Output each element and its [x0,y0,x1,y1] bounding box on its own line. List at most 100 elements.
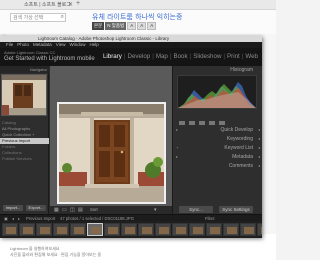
module-separator: | [241,53,244,60]
filmstrip-thumbnail[interactable] [19,223,35,236]
sync-button[interactable]: Sync... [179,206,213,213]
library-toolbar: ▦ ▭ ◫ ▤ Sort ▾ [50,206,172,214]
filmstrip-thumbnail[interactable] [87,223,103,236]
toolbar-menu-icon[interactable]: ▾ [154,206,157,214]
get-started-link[interactable]: Get Started with Lightroom mobile [4,56,95,62]
main-photo[interactable] [57,102,166,204]
filmstrip-bar: ▣ ◂ ▸ Previous Import 47 photos / 1 sele… [0,214,262,221]
histogram-label: Histogram [230,67,253,73]
filmstrip-thumbnail[interactable] [172,223,188,236]
quick-develop-label: Quick Develop [220,127,253,133]
filmstrip-thumbnail[interactable] [70,223,86,236]
histogram-header[interactable]: Histogram [173,66,262,74]
navigator-header[interactable]: Navigator [0,66,49,73]
module-map[interactable]: Map [156,53,168,61]
thumbnail-image [91,227,101,234]
editor-tool-font-a[interactable]: A [127,22,137,30]
compare-view-icon[interactable]: ◫ [70,206,75,214]
module-separator: | [223,53,226,60]
publish-services-row[interactable]: Publish Services [0,156,49,162]
browser-tab-title[interactable]: 소프트 | 소프트 블로그 [24,1,71,8]
thumbnail-image [159,227,169,234]
filmstrip-thumbnail[interactable] [223,223,239,236]
thumbnail-image [244,227,254,234]
section-metadata[interactable]: ▸ Metadata ◂ [173,153,262,161]
export-button[interactable]: Export... [26,205,46,211]
collapse-triangle-icon[interactable]: ◂ [258,126,260,134]
left-panel: Navigator Catalog All Photographs Quick … [0,66,49,214]
module-slideshow[interactable]: Slideshow [193,53,221,61]
module-print[interactable]: Print [227,53,240,61]
section-keyword-list[interactable]: + Keyword List ◂ [173,144,262,152]
browser-tab-bar: 소프트 | 소프트 블로그 ✕ + [0,0,276,10]
filmstrip-thumbnail[interactable] [138,223,154,236]
keyword-list-label: Keyword List [224,145,253,151]
editor-tool-font-b[interactable]: A [137,22,147,30]
module-picker: Library | Develop | Map | Book | Slidesh… [103,53,258,61]
survey-view-icon[interactable]: ▤ [78,206,83,214]
filmstrip-thumbnail[interactable] [240,223,256,236]
thumbnail-image [23,227,33,234]
section-keywording[interactable]: Keywording ◂ [173,135,262,143]
histogram-graph [178,82,256,108]
histogram-info [177,114,257,125]
catalog-list: Catalog All Photographs Quick Collection… [0,120,49,162]
loupe-view-icon[interactable]: ▭ [62,206,67,214]
filmstrip-thumbnail[interactable] [36,223,52,236]
navigator-door-thumbnail [2,75,46,115]
filmstrip-thumbnail[interactable] [257,223,262,236]
editor-tool-font-c[interactable]: A [147,22,157,30]
collapse-triangle-icon[interactable]: ◂ [258,135,260,143]
navigator-label: Navigator [29,67,47,72]
filmstrip-thumbnail[interactable] [104,223,120,236]
thumbnail-image [125,227,135,234]
new-tab-icon[interactable]: + [76,0,80,7]
navigator-preview[interactable] [1,74,47,116]
quick-develop-preset-icon[interactable]: ▸ [176,126,178,134]
search-placeholder: 검색 가상 선택 [13,15,44,21]
module-separator: | [169,53,172,60]
lightroom-window: Lightroom Catalog - Adobe Photoshop Ligh… [0,36,262,238]
comments-label: Comments [228,163,253,169]
add-keyword-icon[interactable]: + [176,144,178,152]
identity-plate: Adobe Lightroom Classic CC Get Started w… [0,48,262,66]
editor-tool-spellcheck[interactable]: N 맞춤법 [105,22,127,30]
thumbnail-image [193,227,203,234]
filmstrip-thumbnail[interactable] [189,223,205,236]
module-develop[interactable]: Develop [128,53,151,61]
module-separator: | [189,53,192,60]
keywording-label: Keywording [226,136,253,142]
close-tab-icon[interactable]: ✕ [68,1,73,8]
loupe-view[interactable]: ▦ ▭ ◫ ▤ Sort ▾ [50,66,172,214]
collapse-triangle-icon[interactable]: ◂ [258,162,260,170]
thumbnail-image [227,227,237,234]
filmstrip-thumbnail[interactable] [155,223,171,236]
editor-tool-body[interactable]: 본문 [92,22,105,30]
collapse-triangle-icon[interactable]: ◂ [258,153,260,161]
section-quick-develop[interactable]: ▸ Quick Develop ◂ [173,126,262,134]
thumbnail-image [142,227,152,234]
module-book[interactable]: Book [173,53,187,61]
collapse-triangle-icon[interactable]: ◂ [258,144,260,152]
filmstrip-thumbnail[interactable] [53,223,69,236]
filmstrip-thumbnail[interactable] [206,223,222,236]
import-button[interactable]: Import... [3,205,23,211]
module-library[interactable]: Library [103,53,122,61]
blog-body-line-2: 사진을 불러와 편집해 보세요 · 편집 기능을 알아보는 중 [10,252,102,257]
grid-view-icon[interactable]: ▦ [54,206,59,214]
sort-label[interactable]: Sort [90,206,98,214]
module-web[interactable]: Web [245,53,258,61]
sync-buttons: Sync... Sync Settings [179,206,253,213]
window-title: Lightroom Catalog - Adobe Photoshop Ligh… [38,36,170,41]
filmstrip-thumbnail[interactable] [2,223,18,236]
blog-post-title: 유체 라이트룸 하나씩 익히는중 [92,13,183,21]
blog-search-input[interactable]: 검색 가상 선택 ⌕ [10,13,66,22]
filmstrip-thumbnail[interactable] [121,223,137,236]
thumbnail-image [6,227,16,234]
section-comments[interactable]: Comments ◂ [173,162,262,170]
sync-settings-button[interactable]: Sync Settings [219,206,253,213]
search-icon[interactable]: ⌕ [61,14,64,21]
metadata-preset-icon[interactable]: ▸ [176,153,178,161]
thumbnail-image [176,227,186,234]
thumbnail-image [74,227,84,234]
